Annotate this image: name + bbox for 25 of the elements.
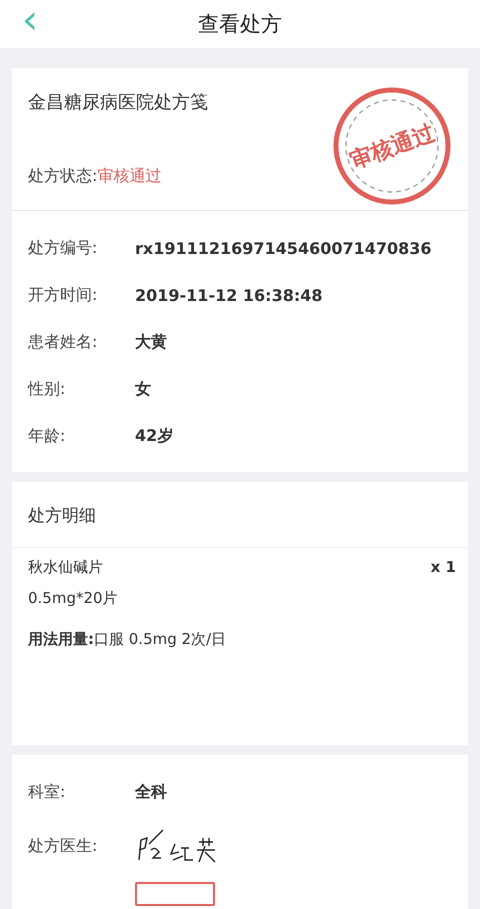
hospital-title: 金昌糖尿病医院处方笺 <box>28 91 208 114</box>
field-value: 2019-11-12 16:38:48 <box>135 286 323 305</box>
field-label: 患者姓名: <box>28 332 98 353</box>
field-label: 年龄: <box>28 426 66 447</box>
field-value: 女 <box>135 379 151 400</box>
section-title: 处方明细 <box>28 505 97 527</box>
field-value: 全科 <box>135 782 167 803</box>
back-button[interactable]: ‹ <box>22 0 38 40</box>
field-label: 处方医生: <box>28 836 98 856</box>
field-value: 42岁 <box>135 426 174 447</box>
field-label: 开方时间: <box>28 285 98 306</box>
field-label: 性别: <box>28 379 66 400</box>
field-label: 处方编号: <box>28 238 98 259</box>
field-value: 大黄 <box>135 332 167 353</box>
status-value: 审核通过 <box>97 166 162 187</box>
drug-name: 秋水仙碱片 <box>28 558 103 577</box>
status-label: 处方状态: <box>28 166 98 187</box>
field-label: 科室: <box>28 782 66 803</box>
drug-spec: 0.5mg*20片 <box>28 589 118 608</box>
drug-quantity: x 1 <box>430 558 456 577</box>
usage-text: 口服 0.5mg 2次/日 <box>94 630 226 649</box>
stamp-text: 审核通过 <box>346 120 438 174</box>
usage-label: 用法用量: <box>28 630 94 649</box>
page-title: 查看处方 <box>198 11 282 38</box>
field-value: rx1911121697145460071470836 <box>135 239 432 258</box>
